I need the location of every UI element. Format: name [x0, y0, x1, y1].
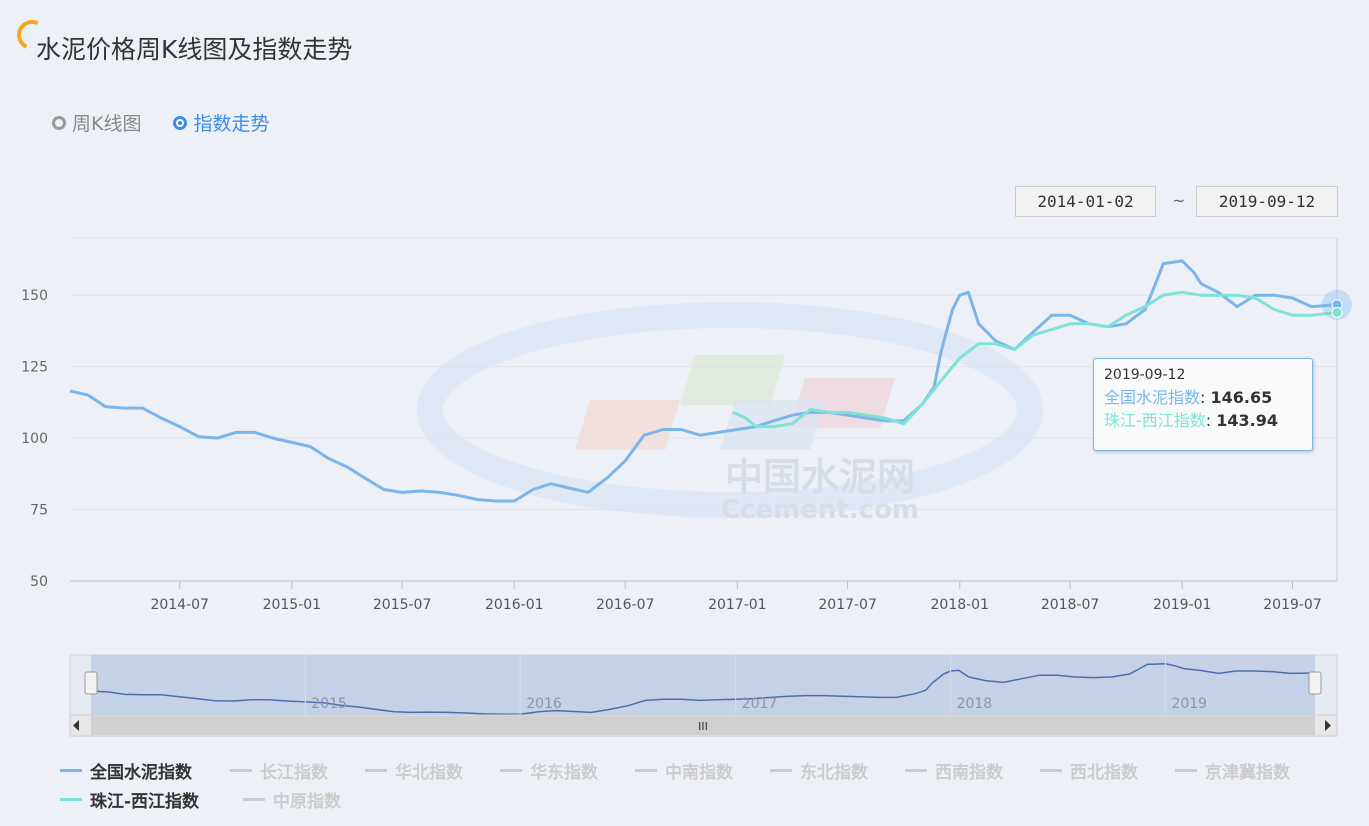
y-tick-label: 75 [30, 503, 48, 519]
navigator-year-label: 2015 [311, 696, 347, 712]
x-tick-label: 2019-01 [1153, 597, 1212, 613]
tooltip-series-value: 146.65 [1210, 388, 1273, 407]
tooltip-series-value: 143.94 [1216, 411, 1279, 430]
tooltip-date: 2019-09-12 [1104, 367, 1186, 383]
legend-swatch [365, 769, 387, 772]
legend-item-zhongnan[interactable]: 中南指数 [635, 758, 733, 783]
y-tick-label: 100 [21, 431, 48, 447]
legend-swatch [1175, 769, 1197, 772]
legend-item-zhujiang-xijiang[interactable]: 珠江-西江指数 [60, 787, 199, 812]
legend-label: 珠江-西江指数 [90, 792, 200, 812]
tooltip-series-name: 全国水泥指数 [1104, 388, 1201, 407]
legend-item-huadong[interactable]: 华东指数 [500, 758, 598, 783]
navigator-year-label: 2018 [957, 696, 993, 712]
tooltip-series-name: 珠江-西江指数 [1104, 411, 1206, 430]
legend-swatch [60, 798, 82, 801]
legend-swatch [230, 769, 252, 772]
legend-label: 西南指数 [935, 763, 1003, 783]
legend-item-zhongyuan[interactable]: 中原指数 [243, 787, 341, 812]
navigator-handle[interactable] [84, 671, 98, 695]
legend-label: 长江指数 [260, 763, 328, 783]
y-tick-label: 125 [21, 360, 48, 376]
legend-label: 中南指数 [665, 763, 733, 783]
legend-swatch [905, 769, 927, 772]
legend-item-huabei[interactable]: 华北指数 [365, 758, 463, 783]
legend-label: 华北指数 [395, 763, 463, 783]
legend-swatch [635, 769, 657, 772]
watermark-tile [575, 400, 680, 450]
legend-label: 东北指数 [800, 763, 868, 783]
legend-item-jingjinji[interactable]: 京津冀指数 [1175, 758, 1290, 783]
legend-item-dongbei[interactable]: 东北指数 [770, 758, 868, 783]
y-tick-label: 50 [30, 574, 48, 590]
tooltip-row: 全国水泥指数: 146.65 [1104, 388, 1273, 407]
chart-tooltip: 2019-09-12 全国水泥指数: 146.65 珠江-西江指数: 143.9… [1093, 358, 1313, 451]
watermark-tile [720, 400, 825, 450]
legend-label: 华东指数 [530, 763, 598, 783]
watermark-tile [680, 355, 785, 405]
legend-swatch [500, 769, 522, 772]
legend-item-xinan[interactable]: 西南指数 [905, 758, 1003, 783]
x-tick-label: 2014-07 [150, 597, 209, 613]
navigator-year-label: 2017 [742, 696, 778, 712]
legend-swatch [1040, 769, 1062, 772]
scrollbar-grip-icon: III [698, 720, 708, 733]
x-tick-label: 2017-01 [708, 597, 767, 613]
legend-label: 西北指数 [1070, 763, 1138, 783]
x-tick-label: 2019-07 [1263, 597, 1322, 613]
tooltip-row: 珠江-西江指数: 143.94 [1104, 411, 1279, 430]
legend-swatch [60, 769, 82, 772]
x-tick-label: 2018-07 [1041, 597, 1100, 613]
navigator-selection [91, 655, 1315, 715]
x-tick-label: 2015-01 [263, 597, 322, 613]
legend-label: 中原指数 [273, 792, 341, 812]
legend-item-national[interactable]: 全国水泥指数 [60, 758, 192, 783]
x-tick-label: 2017-07 [818, 597, 877, 613]
hover-point [1331, 306, 1343, 318]
x-tick-label: 2016-07 [596, 597, 655, 613]
watermark-text-cn: 中国水泥网 [725, 455, 915, 499]
x-tick-label: 2018-01 [931, 597, 990, 613]
legend-label: 全国水泥指数 [90, 763, 192, 783]
x-tick-label: 2016-01 [485, 597, 544, 613]
navigator-year-label: 2016 [526, 696, 562, 712]
legend-item-changjiang[interactable]: 长江指数 [230, 758, 328, 783]
legend-swatch [243, 798, 265, 801]
y-tick-label: 150 [21, 288, 48, 304]
legend-label: 京津冀指数 [1205, 763, 1290, 783]
navigator-handle[interactable] [1308, 671, 1322, 695]
x-tick-label: 2015-07 [373, 597, 432, 613]
legend-item-xibei[interactable]: 西北指数 [1040, 758, 1138, 783]
legend-swatch [770, 769, 792, 772]
navigator-year-label: 2019 [1171, 696, 1207, 712]
